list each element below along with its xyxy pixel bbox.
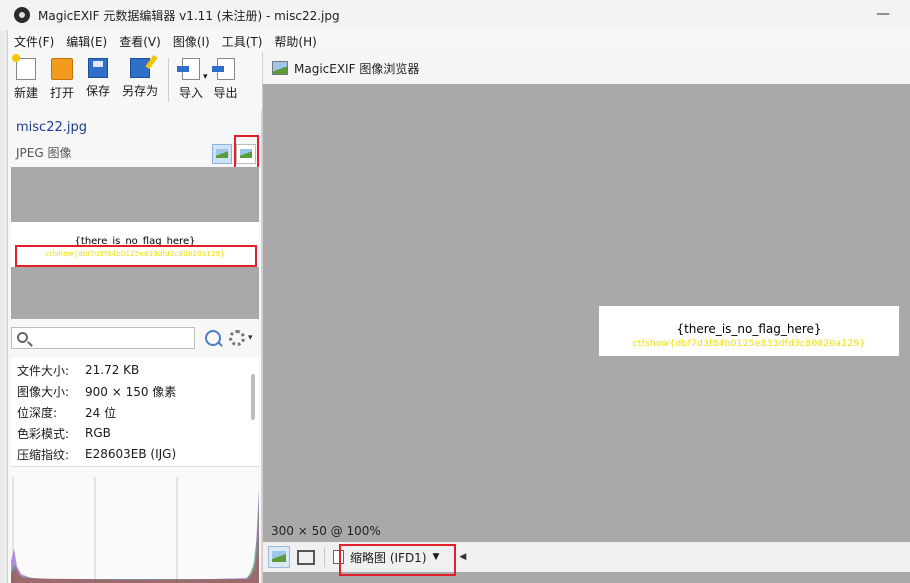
thumbnail-image: {there_is_no_flag_here} ctfshow{dbf7d3f8… [599, 306, 899, 356]
menu-tools[interactable]: 工具(T) [216, 33, 269, 50]
fit-image-icon[interactable] [268, 546, 290, 568]
new-button[interactable]: 新建 [8, 52, 44, 106]
main-toolbar: 新建 打开 保存 另存为 导入 ▾ 导出 [8, 52, 268, 110]
highlight-box-flag [15, 245, 257, 267]
menu-view[interactable]: 查看(V) [113, 33, 167, 50]
file-info-panel: misc22.jpg JPEG 图像 {there_is_no_flag_her… [8, 110, 262, 583]
image-browser-icon [272, 61, 288, 75]
property-key: 压缩指纹: [17, 447, 70, 462]
save-as-label: 另存为 [121, 84, 158, 98]
save-as-icon [130, 58, 150, 78]
thumbnail-text-line1: {there_is_no_flag_here} [676, 322, 822, 336]
save-label: 保存 [85, 84, 110, 98]
property-row-image-size: 图像大小: 900 × 150 像素 [11, 381, 247, 401]
save-disk-icon [88, 58, 108, 78]
property-row-compression: 压缩指纹: E28603EB (IJG) [11, 444, 247, 464]
new-label: 新建 [13, 86, 38, 100]
property-row-bit-depth: 位深度: 24 位 [11, 402, 247, 422]
thumbnail-text-line2: ctfshow{dbf7d3f84b0125e833dfd3c80820a129… [632, 339, 866, 349]
scroll-left-icon[interactable]: ◀ [459, 552, 466, 562]
save-button[interactable]: 保存 [80, 52, 116, 106]
histogram [11, 466, 259, 583]
new-file-icon [12, 54, 36, 80]
import-label: 导入 [178, 86, 203, 100]
property-value: 24 位 [85, 405, 117, 420]
preview-image-icon[interactable] [212, 144, 232, 164]
export-label: 导出 [213, 86, 238, 100]
property-key: 文件大小: [17, 363, 70, 378]
title-bar: MagicEXIF 元数据编辑器 v1.11 (未注册) - misc22.jp… [0, 0, 910, 30]
image-browser-title-bar: MagicEXIF 图像浏览器 [263, 52, 910, 84]
search-input[interactable] [34, 330, 192, 346]
menu-edit[interactable]: 编辑(E) [60, 33, 113, 50]
properties-list: 文件大小: 21.72 KB 图像大小: 900 × 150 像素 位深度: 2… [11, 358, 259, 466]
search-box[interactable] [11, 327, 195, 349]
file-type: JPEG 图像 [16, 146, 72, 160]
toolbar-separator [324, 547, 325, 567]
image-browser-title: MagicEXIF 图像浏览器 [294, 61, 420, 76]
property-key: 图像大小: [17, 384, 70, 399]
save-as-button[interactable]: 另存为 [116, 52, 164, 106]
window-left-edge [0, 30, 8, 583]
minimize-button[interactable]: — [876, 6, 890, 22]
window-title: MagicEXIF 元数据编辑器 v1.11 (未注册) - misc22.jp… [38, 8, 340, 23]
image-preview: {there_is_no_flag_here} ctfshow{dbf7d3f8… [11, 167, 259, 319]
export-icon [211, 58, 235, 80]
search-icon [17, 332, 28, 343]
property-row-file-size: 文件大小: 21.72 KB [11, 360, 247, 380]
export-button[interactable]: 导出 [208, 52, 244, 106]
property-value: RGB [85, 426, 111, 440]
import-icon [177, 58, 200, 80]
property-value: 900 × 150 像素 [85, 384, 177, 399]
search-row: ▾ [11, 326, 259, 350]
menu-file[interactable]: 文件(F) [8, 33, 60, 50]
app-icon [14, 7, 30, 23]
highlight-box-select [339, 544, 456, 576]
menu-help[interactable]: 帮助(H) [268, 33, 322, 50]
menu-bar: 文件(F) 编辑(E) 查看(V) 图像(I) 工具(T) 帮助(H) [8, 30, 910, 52]
open-folder-icon [51, 58, 73, 80]
property-value: E28603EB (IJG) [85, 447, 177, 461]
toolbar-separator [168, 58, 169, 102]
property-row-color-mode: 色彩模式: RGB [11, 423, 247, 443]
properties-scrollbar[interactable] [251, 374, 255, 420]
property-key: 位深度: [17, 405, 58, 420]
property-value: 21.72 KB [85, 363, 140, 377]
file-name: misc22.jpg [16, 120, 87, 135]
open-button[interactable]: 打开 [44, 52, 80, 106]
gear-icon[interactable] [229, 330, 245, 346]
property-key: 色彩模式: [17, 426, 70, 441]
image-browser-window: MagicEXIF 图像浏览器 {there_is_no_flag_here} … [262, 52, 910, 583]
open-label: 打开 [49, 86, 74, 100]
settings-dropdown-arrow[interactable]: ▾ [248, 333, 253, 343]
find-icon[interactable] [205, 330, 221, 346]
menu-image[interactable]: 图像(I) [167, 33, 216, 50]
actual-size-icon[interactable] [294, 546, 316, 568]
image-dimensions-zoom: 300 × 50 @ 100% [271, 524, 381, 538]
